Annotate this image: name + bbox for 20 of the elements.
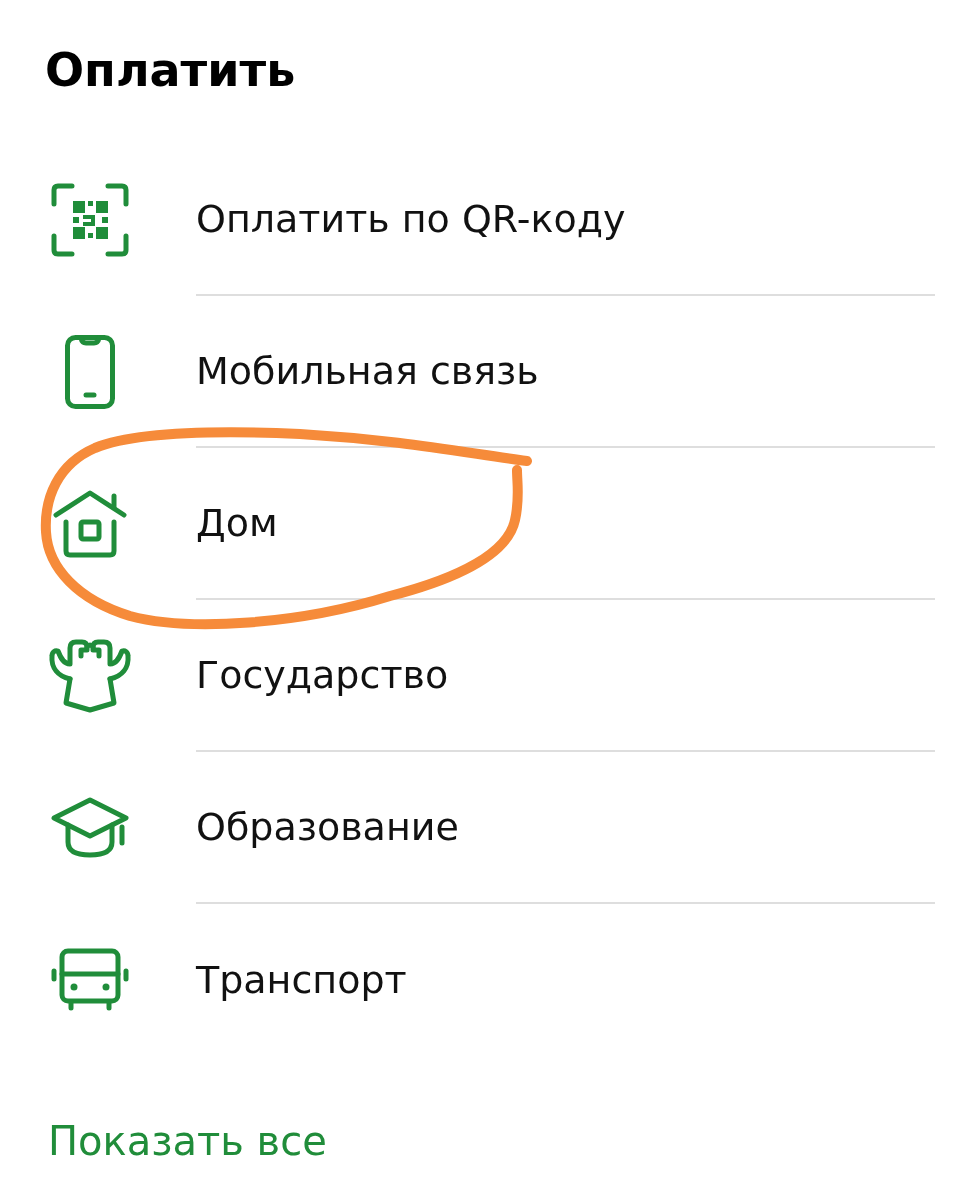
bus-icon bbox=[51, 948, 129, 1012]
graduation-cap-icon bbox=[51, 797, 129, 859]
category-label: Оплатить по QR-коду bbox=[196, 196, 626, 242]
category-label: Транспорт bbox=[196, 957, 407, 1003]
payment-category-row[interactable]: Образование bbox=[42, 752, 935, 904]
section-title: Оплатить bbox=[45, 42, 297, 99]
category-label: Дом bbox=[196, 500, 278, 546]
house-icon bbox=[53, 490, 127, 558]
show-all-link[interactable]: Показать все bbox=[48, 1114, 327, 1168]
emblem-icon bbox=[48, 639, 132, 713]
category-label: Образование bbox=[196, 804, 459, 850]
payment-category-row[interactable]: Дом bbox=[42, 448, 935, 600]
smartphone-icon bbox=[65, 335, 115, 409]
category-label: Государство bbox=[196, 652, 449, 698]
qr-scan-icon bbox=[51, 183, 129, 257]
payment-category-row[interactable]: Транспорт bbox=[42, 904, 935, 1056]
category-label: Мобильная связь bbox=[196, 348, 539, 394]
payment-category-row[interactable]: Мобильная связь bbox=[42, 296, 935, 448]
payment-category-row[interactable]: Оплатить по QR-коду bbox=[42, 144, 935, 296]
payment-category-row[interactable]: Государство bbox=[42, 600, 935, 752]
